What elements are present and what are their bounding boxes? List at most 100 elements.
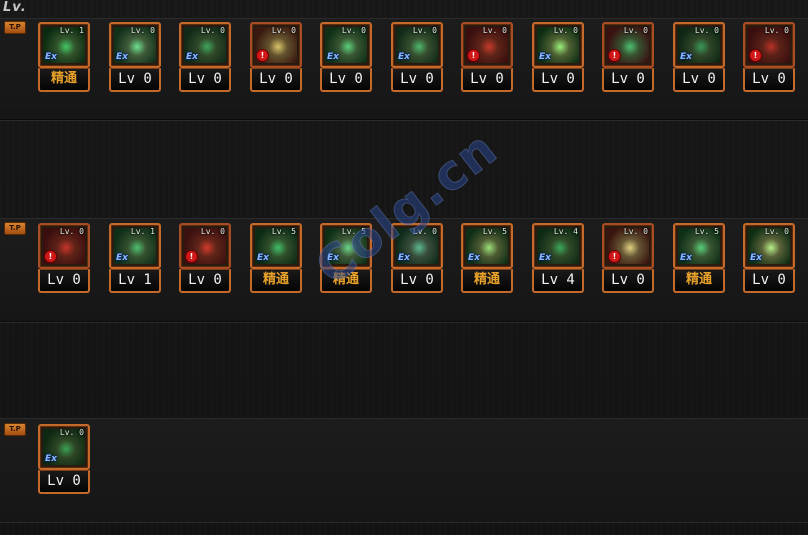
skill-icon-frame[interactable]: Lv. 0 Ex [179, 22, 231, 68]
skill-level-label: Lv 0 [179, 68, 231, 92]
skill-icon-frame[interactable]: Lv. 0! [250, 22, 302, 68]
ex-skill-icon: Ex [680, 52, 692, 62]
skill-level-tag: Lv. 1 [59, 26, 84, 35]
skill-level-tag: Lv. 0 [623, 26, 648, 35]
skill-icon-frame[interactable]: Lv. 0 Ex [391, 22, 443, 68]
skill-level-tag: Lv. 5 [482, 227, 507, 236]
tier-band-3 [0, 418, 808, 523]
ex-skill-icon: Ex [539, 253, 551, 263]
warning-icon: ! [608, 49, 621, 62]
mastery-label: 精通 [38, 68, 90, 92]
skill-level-label: Lv 0 [602, 269, 654, 293]
mastery-label: 精通 [461, 269, 513, 293]
skill-level-tag: Lv. 0 [412, 227, 437, 236]
warning-icon: ! [749, 49, 762, 62]
skill-slot[interactable]: Lv. 0! Lv 0 [602, 22, 654, 92]
ex-skill-icon: Ex [468, 253, 480, 263]
skill-slot[interactable]: Lv. 0! Lv 0 [743, 22, 795, 92]
warning-icon: ! [185, 250, 198, 263]
skill-slot[interactable]: Lv. 0! Lv 0 [250, 22, 302, 92]
skill-icon-frame[interactable]: Lv. 0 Ex [743, 223, 795, 269]
skill-icon-frame[interactable]: Lv. 0 Ex [109, 22, 161, 68]
skill-level-label: Lv 0 [38, 269, 90, 293]
divider [0, 120, 808, 121]
skill-level-label: Lv 0 [532, 68, 584, 92]
ex-skill-icon: Ex [539, 52, 551, 62]
level-header: Lv. [3, 0, 27, 15]
skill-level-tag: Lv. 5 [694, 227, 719, 236]
skill-level-label: Lv 1 [109, 269, 161, 293]
ex-skill-icon: Ex [45, 52, 57, 62]
tp-badge: T.P [4, 423, 26, 436]
skill-icon-frame[interactable]: Lv. 0! [461, 22, 513, 68]
skill-slot[interactable]: Lv. 1 Ex 精通 [38, 22, 90, 92]
skill-icon-frame[interactable]: Lv. 0! [179, 223, 231, 269]
tp-badge: T.P [4, 21, 26, 34]
skill-level-tag: Lv. 1 [130, 227, 155, 236]
skill-slot[interactable]: Lv. 0! Lv 0 [179, 223, 231, 293]
skill-slot[interactable]: Lv. 0 Ex Lv 0 [391, 22, 443, 92]
skill-icon-frame[interactable]: Lv. 4 Ex [532, 223, 584, 269]
skill-icon-frame[interactable]: Lv. 5 Ex [461, 223, 513, 269]
ex-skill-icon: Ex [398, 52, 410, 62]
skill-slot[interactable]: Lv. 0 Ex Lv 0 [109, 22, 161, 92]
skill-level-label: Lv 0 [461, 68, 513, 92]
skill-slot[interactable]: Lv. 4 Ex Lv 4 [532, 223, 584, 293]
skill-level-tag: Lv. 0 [764, 227, 789, 236]
skill-slot[interactable]: Lv. 0 Ex Lv 0 [320, 22, 372, 92]
skill-level-tag: Lv. 0 [59, 428, 84, 437]
mastery-label: 精通 [250, 269, 302, 293]
ex-skill-icon: Ex [186, 52, 198, 62]
skill-level-label: Lv 0 [250, 68, 302, 92]
warning-icon: ! [44, 250, 57, 263]
skill-icon-frame[interactable]: Lv. 0! [602, 223, 654, 269]
skill-level-tag: Lv. 0 [130, 26, 155, 35]
skill-level-tag: Lv. 0 [553, 26, 578, 35]
skill-slot[interactable]: Lv. 5 Ex 精通 [461, 223, 513, 293]
skill-level-tag: Lv. 0 [200, 26, 225, 35]
skill-icon-frame[interactable]: Lv. 0 Ex [532, 22, 584, 68]
skill-level-label: Lv 0 [320, 68, 372, 92]
skill-icon-frame[interactable]: Lv. 0! [602, 22, 654, 68]
skill-slot[interactable]: Lv. 1 Ex Lv 1 [109, 223, 161, 293]
skill-icon-frame[interactable]: Lv. 5 Ex [250, 223, 302, 269]
ex-skill-icon: Ex [327, 52, 339, 62]
skill-level-tag: Lv. 0 [694, 26, 719, 35]
skill-icon-frame[interactable]: Lv. 0 Ex [391, 223, 443, 269]
skill-slot[interactable]: Lv. 0 Ex Lv 0 [532, 22, 584, 92]
skill-level-tag: Lv. 0 [412, 26, 437, 35]
skill-icon-frame[interactable]: Lv. 0! [743, 22, 795, 68]
skill-icon-frame[interactable]: Lv. 5 Ex [320, 223, 372, 269]
skill-level-tag: Lv. 0 [271, 26, 296, 35]
skill-icon-frame[interactable]: Lv. 0 Ex [38, 424, 90, 470]
skill-icon-frame[interactable]: Lv. 1 Ex [38, 22, 90, 68]
skill-slot[interactable]: Lv. 0! Lv 0 [461, 22, 513, 92]
skill-level-label: Lv 0 [743, 68, 795, 92]
skill-slot[interactable]: Lv. 0 Ex Lv 0 [179, 22, 231, 92]
skill-slot[interactable]: Lv. 5 Ex 精通 [250, 223, 302, 293]
skill-slot[interactable]: Lv. 5 Ex 精通 [673, 223, 725, 293]
skill-slot[interactable]: Lv. 0 Ex Lv 0 [743, 223, 795, 293]
skill-icon-frame[interactable]: Lv. 0 Ex [673, 22, 725, 68]
skill-icon-frame[interactable]: Lv. 1 Ex [109, 223, 161, 269]
skill-slot[interactable]: Lv. 0 Ex Lv 0 [391, 223, 443, 293]
skill-level-label: Lv 0 [391, 269, 443, 293]
skill-slot[interactable]: Lv. 0 Ex Lv 0 [673, 22, 725, 92]
skill-level-tag: Lv. 4 [553, 227, 578, 236]
skill-icon-frame[interactable]: Lv. 0! [38, 223, 90, 269]
skill-slot[interactable]: Lv. 0! Lv 0 [602, 223, 654, 293]
skill-slot[interactable]: Lv. 0 Ex Lv 0 [38, 424, 90, 494]
skill-tree-panel: Lv. T.P T.P T.P Lv. 1 Ex 精通 Lv. 0 Ex Lv 0 Lv. … [0, 0, 808, 535]
skill-slot[interactable]: Lv. 5 Ex 精通 [320, 223, 372, 293]
mastery-label: 精通 [673, 269, 725, 293]
ex-skill-icon: Ex [116, 52, 128, 62]
warning-icon: ! [608, 250, 621, 263]
skill-level-label: Lv 0 [602, 68, 654, 92]
skill-slot[interactable]: Lv. 0! Lv 0 [38, 223, 90, 293]
ex-skill-icon: Ex [398, 253, 410, 263]
skill-level-label: Lv 4 [532, 269, 584, 293]
mastery-label: 精通 [320, 269, 372, 293]
skill-level-label: Lv 0 [391, 68, 443, 92]
skill-icon-frame[interactable]: Lv. 0 Ex [320, 22, 372, 68]
skill-icon-frame[interactable]: Lv. 5 Ex [673, 223, 725, 269]
